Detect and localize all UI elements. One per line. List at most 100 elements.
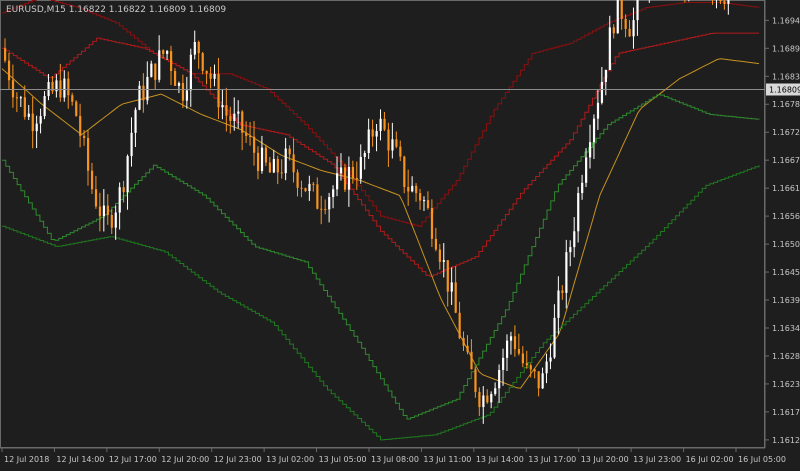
chart-container[interactable]: 1.16809 1.16945 1.16890 1.16835 1.16780 1.16… (0, 0, 800, 467)
candle-bull[interactable] (308, 183, 311, 192)
candle-bull[interactable] (573, 231, 576, 248)
candle-bear[interactable] (466, 345, 469, 352)
candle-bull[interactable] (328, 197, 331, 210)
candle-bull[interactable] (146, 76, 149, 101)
candle-bear[interactable] (628, 28, 631, 37)
candle-bull[interactable] (332, 189, 335, 198)
candle-bear[interactable] (438, 249, 441, 262)
candle-bear[interactable] (434, 238, 438, 250)
candle-bull[interactable] (592, 118, 596, 143)
candle-bear[interactable] (106, 205, 109, 215)
candle-bull[interactable] (367, 129, 370, 154)
candle-bull[interactable] (505, 340, 509, 358)
candle-bull[interactable] (450, 282, 453, 292)
candle-bull[interactable] (166, 51, 169, 54)
candle-bear[interactable] (426, 200, 430, 208)
candle-bear[interactable] (59, 80, 62, 98)
candle-bear[interactable] (98, 206, 102, 217)
candle-bear[interactable] (229, 115, 232, 122)
candle-bear[interactable] (612, 27, 615, 34)
candle-bear[interactable] (407, 187, 410, 192)
candle-bull[interactable] (336, 173, 339, 190)
candle-bull[interactable] (126, 156, 129, 193)
candle-bear[interactable] (94, 189, 98, 207)
candle-bull[interactable] (130, 132, 133, 157)
candle-bull[interactable] (102, 205, 106, 217)
candle-bull[interactable] (134, 109, 137, 133)
candle-bear[interactable] (316, 184, 319, 209)
candle-bear[interactable] (312, 183, 315, 185)
candle-bull[interactable] (596, 102, 600, 119)
candle-bear[interactable] (75, 101, 78, 116)
candle-bear[interactable] (430, 207, 434, 239)
candle-bear[interactable] (513, 336, 517, 350)
candle-bull[interactable] (565, 252, 568, 293)
candle-bull[interactable] (588, 142, 592, 158)
candle-bull[interactable] (541, 373, 544, 389)
candle-bull[interactable] (604, 69, 607, 82)
candle-bear[interactable] (90, 170, 94, 190)
candle-bull[interactable] (158, 50, 161, 80)
price-chart[interactable]: 1.16809 1.16945 1.16890 1.16835 1.16780 1.16… (0, 0, 800, 467)
candle-bear[interactable] (403, 156, 406, 188)
candle-bear[interactable] (23, 97, 26, 117)
candle-bull[interactable] (221, 105, 224, 108)
candle-bear[interactable] (537, 371, 540, 389)
candle-bull[interactable] (347, 166, 351, 190)
candle-bull[interactable] (632, 20, 635, 37)
candle-bear[interactable] (71, 95, 74, 102)
candle-bull[interactable] (272, 159, 275, 173)
candle-bear[interactable] (296, 172, 299, 188)
candle-bull[interactable] (39, 116, 42, 124)
candle-bear[interactable] (249, 136, 252, 138)
candle-bear[interactable] (205, 70, 208, 74)
candle-bull[interactable] (150, 63, 153, 77)
candle-bear[interactable] (181, 83, 185, 101)
candle-bear[interactable] (197, 41, 200, 54)
candle-bull[interactable] (375, 130, 378, 137)
candle-bull[interactable] (260, 147, 264, 171)
candle-bull[interactable] (213, 73, 216, 79)
candle-bear[interactable] (525, 363, 528, 366)
candle-bear[interactable] (529, 365, 532, 370)
candle-bear[interactable] (4, 48, 7, 61)
candle-bear[interactable] (15, 97, 19, 99)
candle-bear[interactable] (351, 166, 355, 178)
candle-bull[interactable] (185, 90, 189, 101)
candle-bear[interactable] (343, 167, 347, 190)
candle-bull[interactable] (494, 388, 497, 394)
candle-bear[interactable] (320, 208, 323, 210)
candle-bull[interactable] (363, 153, 366, 157)
candle-bull[interactable] (490, 393, 493, 403)
candle-bull[interactable] (35, 123, 38, 132)
candle-bear[interactable] (300, 187, 303, 189)
candle-bear[interactable] (142, 85, 145, 101)
candle-bull[interactable] (557, 290, 560, 318)
candle-bull[interactable] (411, 185, 414, 192)
candle-bear[interactable] (415, 185, 418, 194)
candle-bear[interactable] (292, 154, 295, 173)
candle-bear[interactable] (67, 78, 70, 96)
candle-bear[interactable] (217, 73, 220, 108)
candle-bear[interactable] (253, 136, 256, 153)
candle-bull[interactable] (581, 182, 584, 194)
candle-bear[interactable] (533, 369, 536, 372)
candle-bear[interactable] (462, 338, 465, 346)
candle-bull[interactable] (47, 81, 50, 97)
candle-bear[interactable] (719, 0, 722, 2)
candle-bull[interactable] (482, 395, 485, 408)
candle-bear[interactable] (517, 349, 521, 354)
candle-bear[interactable] (355, 177, 358, 179)
candle-bear[interactable] (11, 80, 15, 98)
candle-bull[interactable] (63, 78, 66, 98)
candle-bear[interactable] (31, 113, 34, 132)
candle-bull[interactable] (502, 357, 505, 371)
candle-bull[interactable] (118, 187, 121, 213)
candle-bear[interactable] (209, 73, 212, 79)
candle-bull[interactable] (237, 111, 240, 114)
candle-bull[interactable] (509, 336, 513, 341)
candle-bull[interactable] (193, 41, 196, 55)
candle-bull[interactable] (177, 83, 181, 86)
candle-bear[interactable] (324, 209, 327, 211)
candle-bull[interactable] (549, 357, 552, 362)
